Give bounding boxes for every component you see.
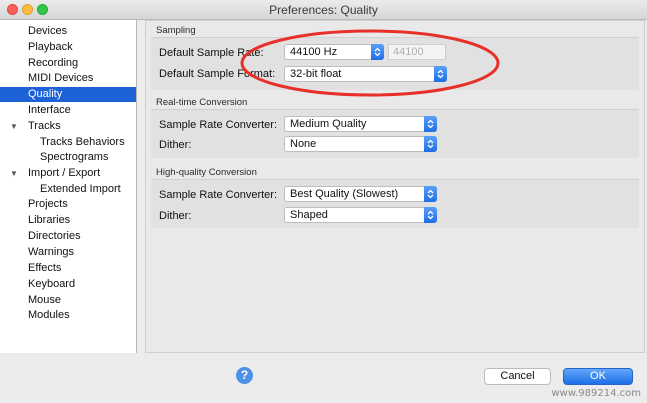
sidebar-item-midi-devices[interactable]: MIDI Devices <box>0 71 136 86</box>
sidebar-item-label: Directories <box>28 230 81 242</box>
title-bar: Preferences: Quality <box>0 0 647 20</box>
preferences-sidebar: Devices Playback Recording MIDI Devices … <box>0 20 137 353</box>
sidebar-item-modules[interactable]: Modules <box>0 308 136 323</box>
sidebar-item-directories[interactable]: Directories <box>0 229 136 244</box>
sidebar-item-tracks-behaviors[interactable]: Tracks Behaviors <box>0 135 136 150</box>
sidebar-item-effects[interactable]: Effects <box>0 261 136 276</box>
window-title: Preferences: Quality <box>269 3 378 17</box>
highquality-heading: High-quality Conversion <box>156 167 257 178</box>
highquality-dither-value: Shaped <box>290 209 328 221</box>
sidebar-item-interface[interactable]: Interface <box>0 103 136 118</box>
realtime-converter-select[interactable]: Medium Quality <box>284 116 437 132</box>
sidebar-item-quality[interactable]: Quality <box>0 87 136 102</box>
sidebar-item-label: Tracks <box>28 120 61 132</box>
preferences-window: Preferences: Quality Devices Playback Re… <box>0 0 647 403</box>
updown-chevron-icon <box>424 136 437 152</box>
sidebar-item-keyboard[interactable]: Keyboard <box>0 277 136 292</box>
sidebar-item-label: Effects <box>28 262 62 274</box>
sidebar-item-label: Spectrograms <box>40 151 109 163</box>
sidebar-item-mouse[interactable]: Mouse <box>0 293 136 308</box>
sidebar-item-label: Playback <box>28 41 73 53</box>
sidebar-item-warnings[interactable]: Warnings <box>0 245 136 260</box>
sampling-heading: Sampling <box>156 25 196 36</box>
realtime-heading: Real-time Conversion <box>156 97 248 108</box>
sidebar-item-extended-import[interactable]: Extended Import <box>0 182 136 197</box>
sidebar-item-label: MIDI Devices <box>28 72 94 84</box>
updown-chevron-icon <box>424 207 437 223</box>
cancel-button[interactable]: Cancel <box>484 368 551 385</box>
sidebar-item-projects[interactable]: Projects <box>0 197 136 212</box>
realtime-converter-value: Medium Quality <box>290 118 367 130</box>
sidebar-item-label: Quality <box>28 88 63 100</box>
highquality-converter-select[interactable]: Best Quality (Slowest) <box>284 186 437 202</box>
ok-button[interactable]: OK <box>563 368 633 385</box>
updown-chevron-icon <box>424 186 437 202</box>
dialog-footer: ? Cancel OK <box>0 353 647 403</box>
sidebar-item-label: Projects <box>28 198 68 210</box>
sidebar-item-label: Import / Export <box>28 167 101 179</box>
sidebar-item-label: Modules <box>28 309 70 321</box>
sidebar-item-label: Keyboard <box>28 278 76 290</box>
watermark: www.989214.com <box>551 388 641 399</box>
sidebar-item-libraries[interactable]: Libraries <box>0 213 136 228</box>
sidebar-item-label: Devices <box>28 25 68 37</box>
sidebar-item-label: Interface <box>28 104 71 116</box>
realtime-converter-label: Sample Rate Converter: <box>159 119 277 131</box>
disclosure-triangle-icon[interactable]: ▼ <box>10 119 18 134</box>
highquality-dither-select[interactable]: Shaped <box>284 207 437 223</box>
sidebar-item-spectrograms[interactable]: Spectrograms <box>0 150 136 165</box>
red-circle-annotation <box>240 29 500 97</box>
sidebar-item-label: Tracks Behaviors <box>40 136 125 148</box>
highquality-dither-label: Dither: <box>159 210 192 222</box>
highquality-converter-label: Sample Rate Converter: <box>159 189 277 201</box>
realtime-dither-label: Dither: <box>159 139 192 151</box>
sidebar-item-label: Warnings <box>28 246 75 258</box>
disclosure-triangle-icon[interactable]: ▼ <box>10 166 18 181</box>
realtime-dither-value: None <box>290 138 317 150</box>
sidebar-item-devices[interactable]: Devices <box>0 24 136 39</box>
highquality-converter-value: Best Quality (Slowest) <box>290 188 399 200</box>
updown-chevron-icon <box>424 116 437 132</box>
sidebar-item-import-export[interactable]: ▼ Import / Export <box>0 166 136 181</box>
sidebar-item-label: Recording <box>28 57 79 69</box>
sidebar-item-recording[interactable]: Recording <box>0 56 136 71</box>
realtime-dither-select[interactable]: None <box>284 136 437 152</box>
help-button[interactable]: ? <box>236 367 253 384</box>
sidebar-item-tracks[interactable]: ▼ Tracks <box>0 119 136 134</box>
sidebar-item-label: Mouse <box>28 294 62 306</box>
sidebar-item-label: Libraries <box>28 214 71 226</box>
sidebar-item-playback[interactable]: Playback <box>0 40 136 55</box>
sidebar-item-label: Extended Import <box>40 183 121 195</box>
